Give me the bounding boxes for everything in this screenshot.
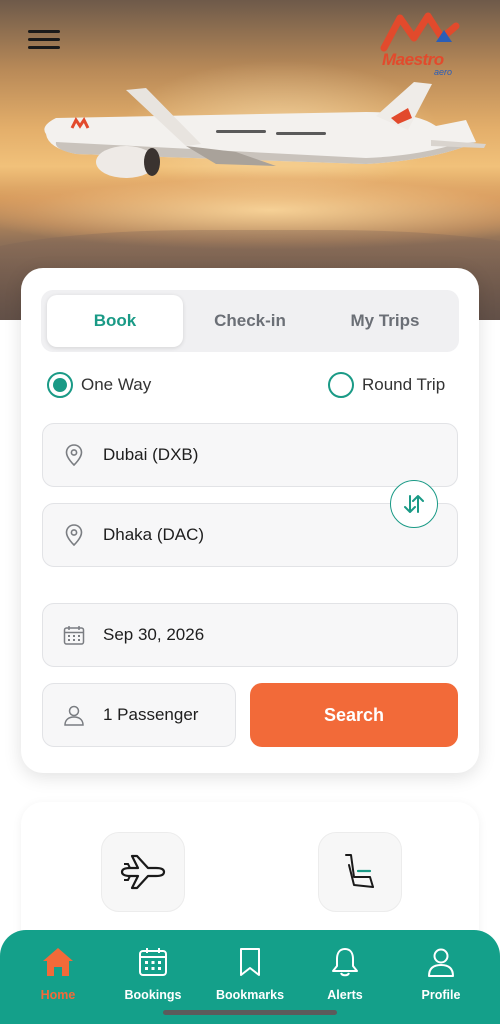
- nav-profile[interactable]: Profile: [393, 944, 489, 1002]
- brand-sub: aero: [434, 67, 453, 77]
- brand-logo: Maestro aero: [378, 12, 470, 77]
- bell-icon: [331, 944, 359, 980]
- flights-shortcut[interactable]: [101, 832, 185, 912]
- nav-home-label: Home: [40, 988, 76, 1002]
- location-pin-icon: [63, 524, 85, 546]
- search-button[interactable]: Search: [250, 683, 458, 747]
- round-trip-label: Round Trip: [362, 375, 446, 394]
- airplane-icon: [120, 854, 166, 890]
- airplane-image: [44, 82, 486, 178]
- nav-alerts-label: Alerts: [327, 988, 363, 1002]
- one-way-option[interactable]: One Way: [47, 372, 151, 398]
- one-way-radio[interactable]: [47, 372, 73, 398]
- bookmark-icon: [238, 944, 262, 980]
- nav-bookings[interactable]: Bookings: [105, 944, 201, 1002]
- nav-bookmarks-label: Bookmarks: [215, 988, 285, 1002]
- passenger-field[interactable]: 1 Passenger: [42, 683, 236, 747]
- passenger-value: 1 Passenger: [103, 705, 199, 724]
- destination-value: Dhaka (DAC): [103, 525, 205, 544]
- menu-button[interactable]: [28, 30, 60, 54]
- booking-card: Book Check-in My Trips One Way Round Tri…: [21, 268, 479, 773]
- nav-profile-label: Profile: [421, 988, 461, 1002]
- swap-button[interactable]: [390, 480, 438, 528]
- swap-arrows-icon: [404, 495, 424, 513]
- home-indicator: [163, 1010, 337, 1015]
- seat-shortcut[interactable]: [318, 832, 402, 912]
- origin-field[interactable]: Dubai (DXB): [42, 423, 458, 487]
- tab-book[interactable]: Book: [47, 295, 183, 347]
- date-field[interactable]: Sep 30, 2026: [42, 603, 458, 667]
- logo-mark-icon: [380, 12, 460, 52]
- origin-value: Dubai (DXB): [103, 445, 199, 464]
- round-trip-radio[interactable]: [328, 372, 354, 398]
- home-icon: [41, 944, 75, 980]
- round-trip-option[interactable]: Round Trip: [328, 372, 445, 398]
- profile-icon: [426, 944, 456, 980]
- calendar-icon: [138, 944, 168, 980]
- one-way-label: One Way: [81, 375, 152, 394]
- tab-my-trips[interactable]: My Trips: [317, 295, 453, 347]
- booking-tabs: Book Check-in My Trips: [41, 290, 459, 352]
- seat-icon: [345, 854, 374, 888]
- date-value: Sep 30, 2026: [103, 625, 205, 644]
- calendar-icon: [63, 624, 85, 646]
- bottom-navigation: Home Bookings Bookmarks Alerts Profile: [0, 930, 500, 1024]
- tab-check-in[interactable]: Check-in: [182, 295, 318, 347]
- nav-bookings-label: Bookings: [124, 988, 182, 1002]
- nav-home[interactable]: Home: [10, 944, 106, 1002]
- nav-alerts[interactable]: Alerts: [297, 944, 393, 1002]
- person-icon: [63, 704, 85, 726]
- nav-bookmarks[interactable]: Bookmarks: [202, 944, 298, 1002]
- location-pin-icon: [63, 444, 85, 466]
